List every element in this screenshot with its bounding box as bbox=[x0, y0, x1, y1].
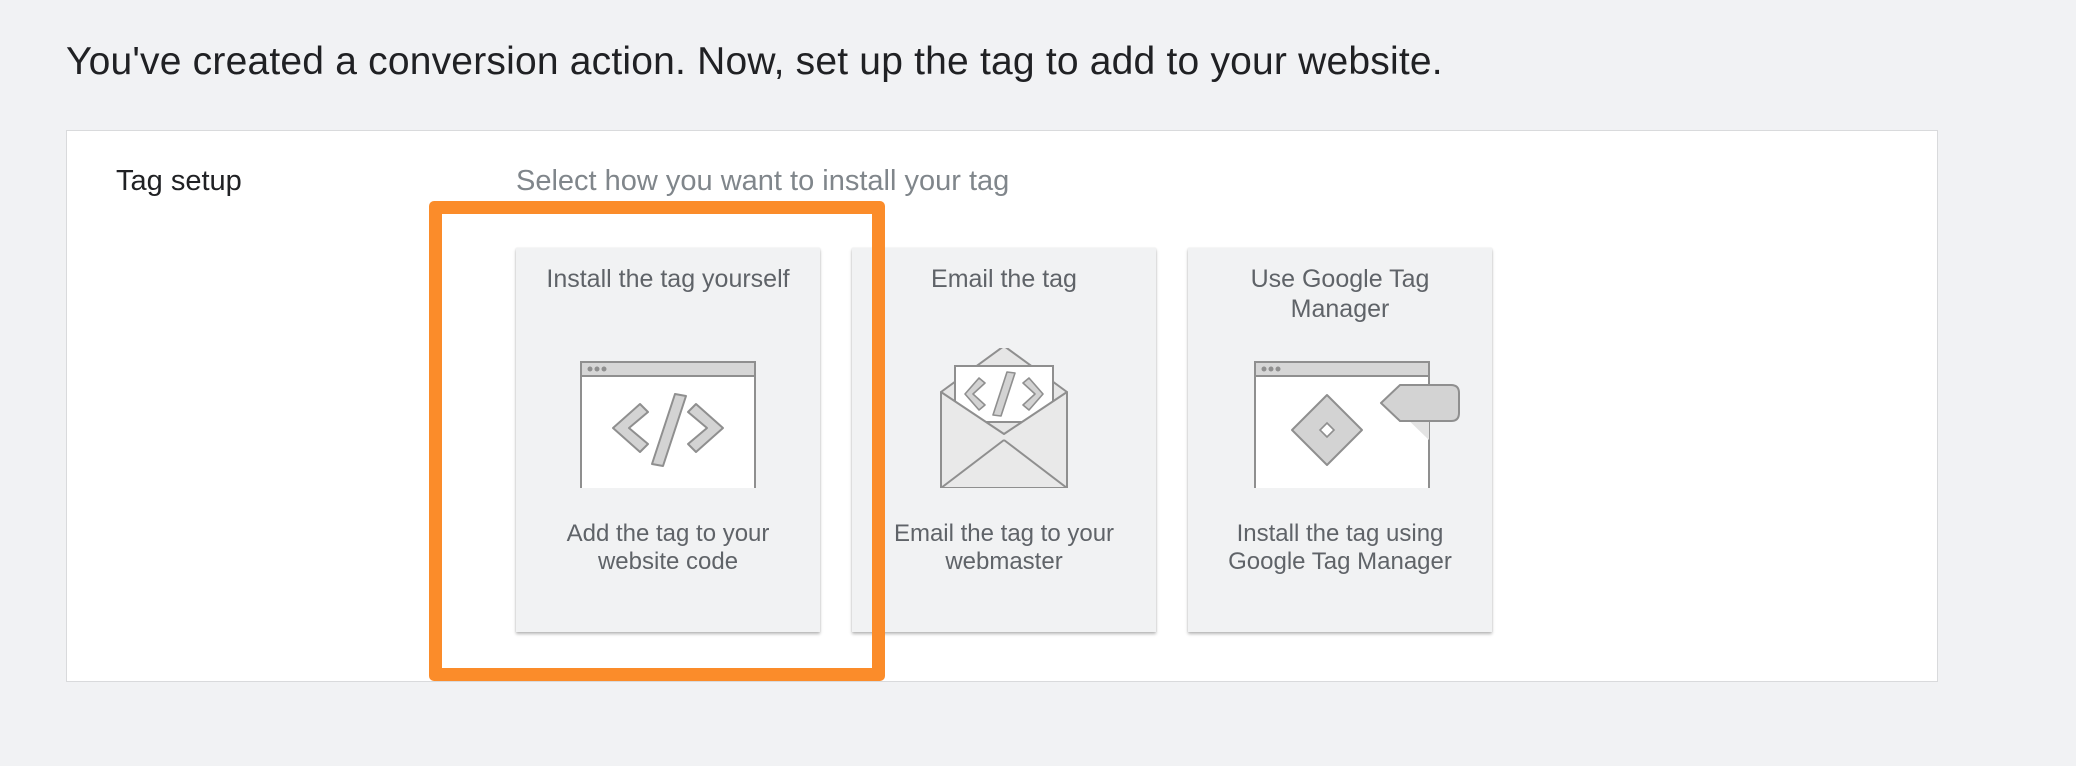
tag-manager-icon bbox=[1254, 361, 1460, 488]
install-yourself-title: Install the tag yourself bbox=[546, 265, 790, 293]
email-code-icon bbox=[940, 348, 1068, 488]
code-window-icon bbox=[580, 361, 756, 488]
install-method-prompt: Select how you want to install your tag bbox=[516, 165, 1010, 197]
tag-manager-option[interactable]: Use Google Tag Manager Install the tag u… bbox=[1188, 248, 1492, 632]
tag-setup-label: Tag setup bbox=[116, 165, 242, 197]
tag-manager-description: Install the tag using Google Tag Manager bbox=[1228, 520, 1452, 575]
email-tag-description: Email the tag to your webmaster bbox=[893, 520, 1115, 575]
install-yourself-description: Add the tag to your website code bbox=[566, 520, 770, 575]
install-yourself-option[interactable]: Install the tag yourself Add the tag to … bbox=[516, 248, 820, 632]
page-heading: You've created a conversion action. Now,… bbox=[66, 40, 1443, 83]
email-tag-title: Email the tag bbox=[931, 265, 1077, 293]
email-tag-option[interactable]: Email the tag Email the tag to your webm… bbox=[852, 248, 1156, 632]
tag-manager-title: Use Google Tag Manager bbox=[1250, 265, 1430, 323]
